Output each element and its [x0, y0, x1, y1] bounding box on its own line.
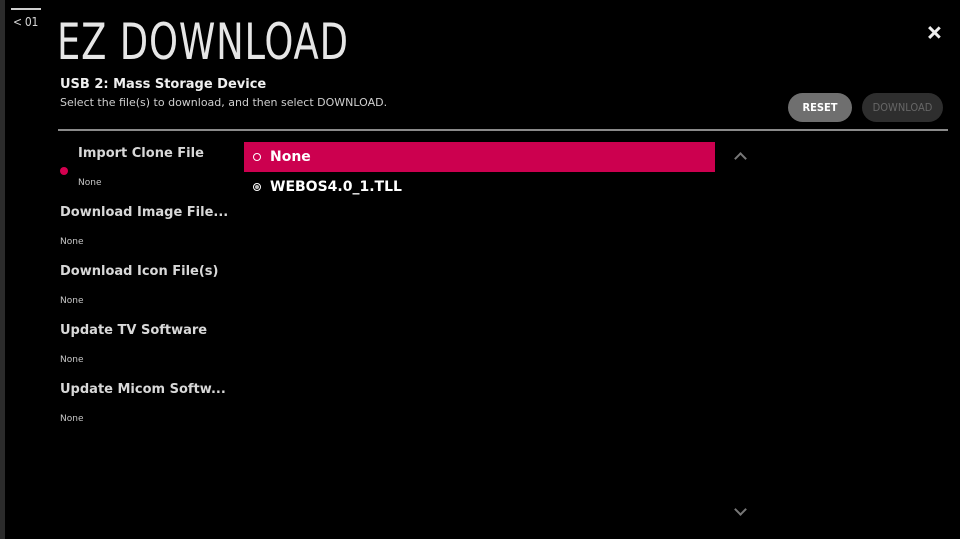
- menu-item-label: Update TV Software: [60, 323, 208, 338]
- menu-item-label: Download Icon File(s): [60, 264, 219, 279]
- reset-button[interactable]: RESET: [788, 93, 852, 122]
- menu-item-download-icon-files[interactable]: Download Icon File(s) None: [60, 264, 240, 314]
- list-item-label: None: [270, 149, 311, 165]
- left-frame-edge: [0, 0, 5, 539]
- chevron-up-icon[interactable]: [731, 150, 751, 162]
- chevron-down-icon[interactable]: [731, 506, 751, 518]
- menu-item-value: None: [60, 237, 84, 247]
- menu-item-update-tv-software[interactable]: Update TV Software None: [60, 323, 240, 373]
- menu-item-value: None: [60, 414, 84, 424]
- list-item-none[interactable]: None: [244, 142, 715, 172]
- back-label: < 01: [13, 15, 39, 29]
- menu-item-label: Import Clone File: [78, 146, 204, 161]
- download-button[interactable]: DOWNLOAD: [862, 93, 943, 122]
- radio-icon: [253, 153, 261, 161]
- menu-item-update-micom-software[interactable]: Update Micom Softw... None: [60, 382, 240, 432]
- menu-item-import-clone-file[interactable]: Import Clone File None: [60, 146, 240, 196]
- menu-item-value: None: [78, 178, 102, 188]
- back-indicator-bar: [11, 8, 41, 10]
- instruction-text: Select the file(s) to download, and then…: [60, 96, 388, 109]
- menu-item-label: Update Micom Softw...: [60, 382, 226, 397]
- menu-item-value: None: [60, 355, 84, 365]
- back-button[interactable]: < 01: [11, 8, 43, 38]
- active-indicator-dot: [60, 167, 68, 175]
- menu-item-value: None: [60, 296, 84, 306]
- page-title: EZ DOWNLOAD: [57, 13, 349, 71]
- ez-download-screen: < 01 EZ DOWNLOAD USB 2: Mass Storage Dev…: [0, 0, 960, 539]
- radio-icon: [253, 183, 261, 191]
- list-item-webos-tll[interactable]: WEBOS4.0_1.TLL: [244, 172, 715, 202]
- menu-item-download-image-file[interactable]: Download Image File... None: [60, 205, 240, 255]
- device-name: USB 2: Mass Storage Device: [60, 77, 267, 92]
- menu-item-label: Download Image File...: [60, 205, 229, 220]
- header-divider: [58, 129, 948, 131]
- close-icon[interactable]: [923, 22, 945, 44]
- list-item-label: WEBOS4.0_1.TLL: [270, 179, 402, 195]
